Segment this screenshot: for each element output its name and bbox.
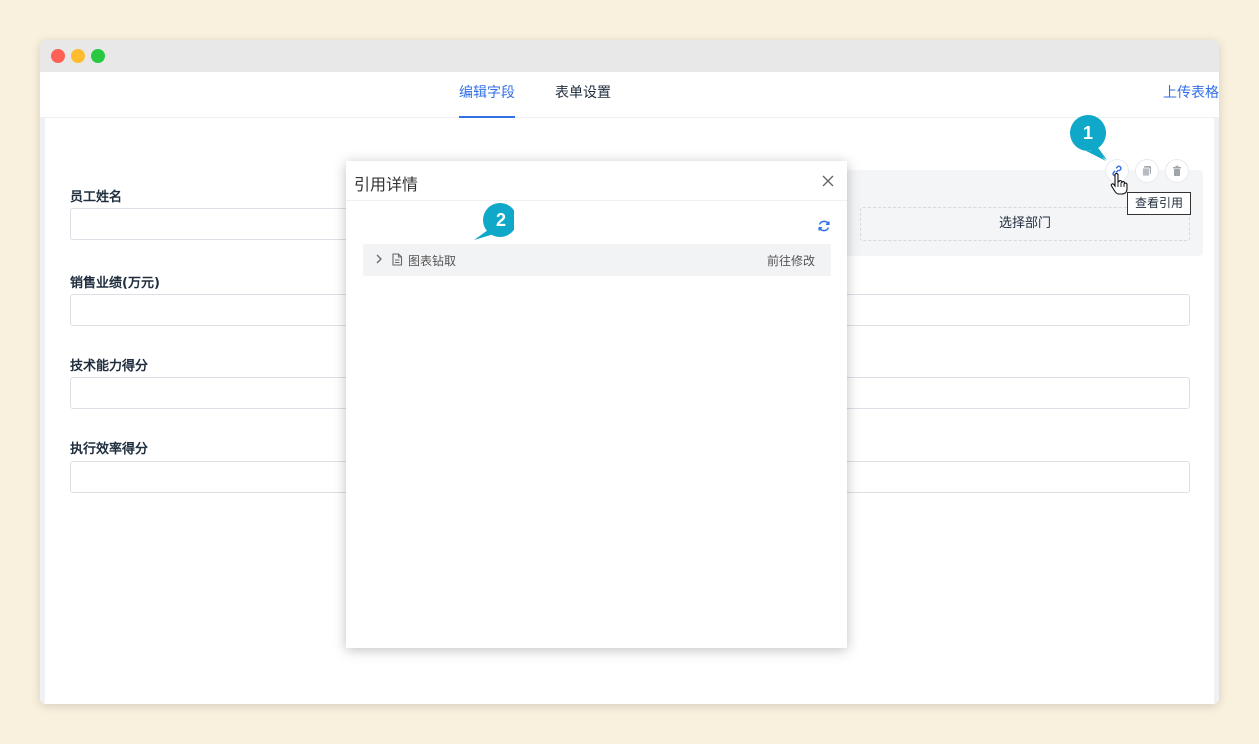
close-icon[interactable] [821, 174, 835, 188]
step-badge-1-label: 1 [1082, 123, 1093, 143]
view-reference-tooltip: 查看引用 [1127, 192, 1192, 215]
maximize-window-button[interactable] [91, 49, 105, 63]
upload-table-link[interactable]: 上传表格 [1163, 72, 1219, 115]
close-window-button[interactable] [51, 49, 65, 63]
step-badge-2: 2 [474, 202, 518, 240]
reference-details-dialog: 引用详情 图表钻取 前往修改 [346, 161, 847, 648]
document-icon [392, 253, 403, 266]
content-edge-right [1214, 118, 1219, 704]
dialog-header: 引用详情 [346, 161, 847, 201]
minimize-window-button[interactable] [71, 49, 85, 63]
delete-field-button[interactable] [1165, 159, 1189, 183]
go-to-edit-link[interactable]: 前往修改 [767, 252, 815, 269]
reference-row[interactable]: 图表钻取 前往修改 [363, 244, 831, 276]
step-badge-1: 1 [1070, 115, 1107, 161]
app-header: 编辑字段 表单设置 上传表格 [40, 72, 1219, 118]
chevron-right-icon[interactable] [375, 254, 383, 264]
tab-form-settings[interactable]: 表单设置 [555, 72, 611, 118]
field-label-employee-name: 员工姓名 [70, 190, 123, 205]
step-badge-2-label: 2 [495, 210, 506, 230]
tab-edit-fields[interactable]: 编辑字段 [459, 72, 515, 118]
hand-cursor-icon [1110, 173, 1128, 195]
reference-name: 图表钻取 [408, 254, 457, 268]
field-label-sales: 销售业绩(万元) [70, 276, 160, 291]
field-label-efficiency-score: 执行效率得分 [70, 442, 149, 457]
copy-field-button[interactable] [1135, 159, 1159, 183]
window-titlebar [40, 40, 1219, 72]
refresh-icon[interactable] [817, 219, 831, 233]
copy-icon [1142, 166, 1151, 177]
dialog-title: 引用详情 [354, 175, 419, 194]
trash-icon [1173, 165, 1181, 176]
field-label-tech-score: 技术能力得分 [70, 359, 149, 374]
